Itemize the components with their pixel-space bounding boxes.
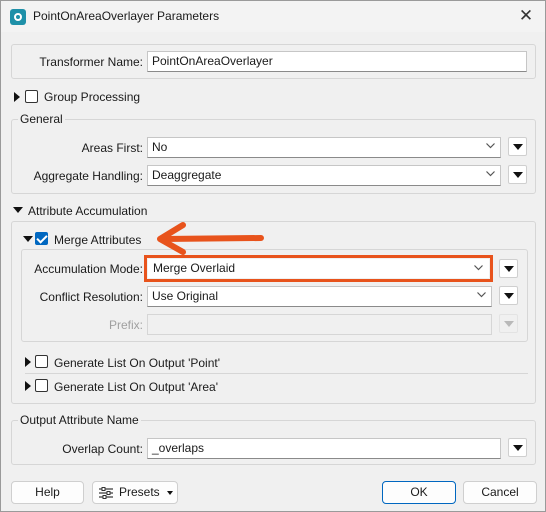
chevron-down-icon (477, 292, 486, 300)
merge-attributes-label: Merge Attributes (54, 233, 142, 247)
triangle-down-icon (504, 266, 514, 272)
list-point-checkbox[interactable] (35, 355, 48, 368)
help-button[interactable]: Help (11, 481, 84, 504)
triangle-down-icon (513, 144, 523, 150)
window-title: PointOnAreaOverlayer Parameters (33, 9, 220, 23)
transformer-name-label: Transformer Name: (39, 55, 143, 69)
areas-first-dropdown[interactable]: No (147, 137, 501, 158)
collapse-arrow-icon[interactable] (23, 236, 33, 242)
conflict-resolution-label: Conflict Resolution: (39, 290, 143, 304)
merge-attributes-checkbox[interactable] (35, 232, 48, 245)
accumulation-mode-value: Merge Overlaid (153, 261, 236, 275)
group-processing-checkbox[interactable] (25, 90, 38, 103)
chevron-down-icon (486, 143, 495, 151)
areas-first-label: Areas First: (81, 141, 143, 155)
accumulation-mode-label: Accumulation Mode: (34, 262, 143, 276)
aggregate-handling-dropdown[interactable]: Deaggregate (147, 165, 501, 186)
general-title: General (18, 112, 65, 126)
transformer-name-input[interactable]: PointOnAreaOverlayer (147, 51, 527, 72)
app-icon (10, 9, 26, 25)
prefix-options-button (499, 314, 518, 333)
areas-first-value: No (152, 140, 168, 154)
title-bar: PointOnAreaOverlayer Parameters ✕ (1, 1, 545, 32)
prefix-input (147, 314, 492, 335)
conflict-resolution-value: Use Original (152, 289, 219, 303)
output-attribute-name-title: Output Attribute Name (18, 413, 141, 427)
chevron-down-icon (474, 265, 483, 273)
conflict-resolution-options-button[interactable] (499, 286, 518, 305)
triangle-down-icon (504, 321, 514, 327)
arrow-left-annotation-icon (157, 222, 264, 255)
cancel-button[interactable]: Cancel (463, 481, 537, 504)
triangle-down-icon (513, 172, 523, 178)
accumulation-mode-options-button[interactable] (499, 259, 518, 278)
list-area-label: Generate List On Output 'Area' (54, 380, 219, 394)
triangle-down-icon (504, 293, 514, 299)
areas-first-options-button[interactable] (508, 137, 527, 156)
aggregate-handling-value: Deaggregate (152, 168, 222, 182)
group-processing-label: Group Processing (44, 90, 141, 104)
caret-down-icon (167, 491, 173, 495)
accumulation-mode-dropdown[interactable]: Merge Overlaid (148, 259, 489, 278)
expand-arrow-icon[interactable] (25, 357, 31, 367)
collapse-arrow-icon[interactable] (13, 207, 23, 213)
list-area-checkbox[interactable] (35, 379, 48, 392)
prefix-label: Prefix: (108, 318, 143, 332)
triangle-down-icon (513, 445, 523, 451)
presets-button[interactable]: Presets (92, 481, 178, 504)
list-point-label: Generate List On Output 'Point' (54, 356, 221, 370)
overlap-count-options-button[interactable] (508, 438, 527, 457)
expand-arrow-icon[interactable] (14, 92, 20, 102)
ok-button[interactable]: OK (382, 481, 456, 504)
conflict-resolution-dropdown[interactable]: Use Original (147, 286, 492, 307)
sliders-icon (99, 487, 113, 499)
aggregate-handling-options-button[interactable] (508, 165, 527, 184)
attribute-accumulation-title: Attribute Accumulation (28, 204, 148, 218)
chevron-down-icon (486, 171, 495, 179)
overlap-count-input[interactable]: _overlaps (147, 438, 501, 459)
expand-arrow-icon[interactable] (25, 381, 31, 391)
divider (25, 373, 528, 374)
close-button[interactable]: ✕ (513, 5, 539, 27)
overlap-count-label: Overlap Count: (62, 442, 143, 456)
aggregate-handling-label: Aggregate Handling: (33, 169, 143, 183)
presets-label: Presets (119, 485, 160, 499)
dialog-window: PointOnAreaOverlayer Parameters ✕ Transf… (0, 0, 546, 512)
